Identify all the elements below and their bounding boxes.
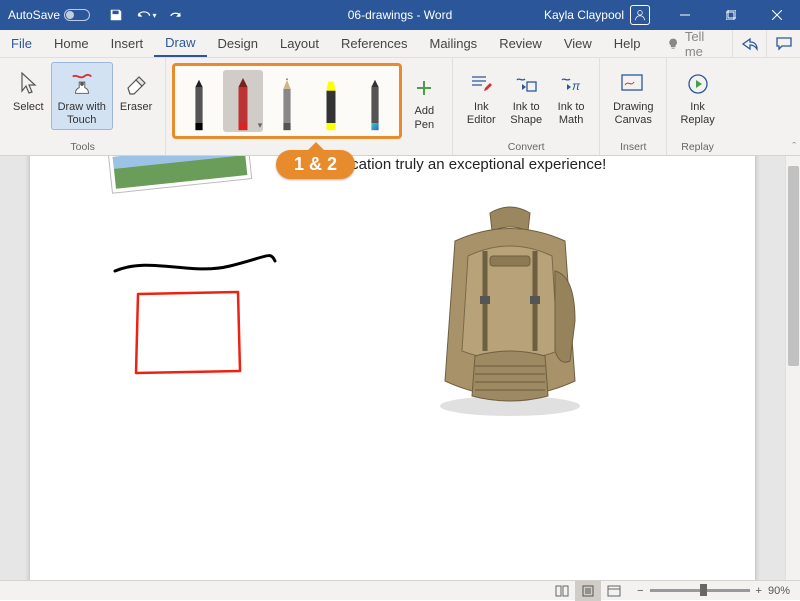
touch-draw-icon bbox=[69, 67, 95, 101]
ink-stroke-black bbox=[110, 246, 280, 286]
view-read-mode[interactable] bbox=[549, 581, 575, 601]
chevron-down-icon[interactable]: ▾ bbox=[258, 120, 263, 131]
tab-review[interactable]: Review bbox=[488, 30, 553, 57]
tab-view[interactable]: View bbox=[553, 30, 603, 57]
zoom-slider[interactable] bbox=[650, 589, 750, 592]
group-convert-label: Convert bbox=[508, 139, 545, 153]
undo-button[interactable]: ▾ bbox=[132, 1, 160, 29]
pen-gallery: ▾ bbox=[172, 63, 402, 139]
share-button[interactable] bbox=[732, 30, 766, 57]
zoom-in-button[interactable]: + bbox=[756, 585, 762, 597]
eraser-button[interactable]: Eraser bbox=[113, 62, 159, 117]
restore-button[interactable] bbox=[708, 0, 754, 30]
canvas-icon bbox=[620, 67, 646, 101]
tell-me-search[interactable]: Tell me bbox=[656, 30, 732, 57]
vertical-scrollbar[interactable] bbox=[785, 156, 800, 580]
zoom-slider-knob[interactable] bbox=[700, 584, 707, 596]
ink-to-math-button[interactable]: π Ink to Math bbox=[549, 62, 593, 130]
collapse-ribbon-button[interactable]: ˆ bbox=[792, 141, 796, 153]
ribbon-draw: Select Draw with Touch Eraser Tools ▾ bbox=[0, 58, 800, 156]
ink-to-shape-button[interactable]: Ink to Shape bbox=[503, 62, 549, 130]
zoom-level[interactable]: 90% bbox=[768, 585, 790, 597]
ribbon-tabs: File Home Insert Draw Design Layout Refe… bbox=[0, 30, 800, 58]
highlighter-yellow[interactable] bbox=[311, 70, 351, 132]
group-convert: Ink Editor Ink to Shape π Ink to Math Co… bbox=[453, 58, 600, 155]
eraser-label: Eraser bbox=[120, 101, 152, 114]
close-button[interactable] bbox=[754, 0, 800, 30]
inserted-photo bbox=[105, 156, 255, 196]
tell-me-label: Tell me bbox=[685, 29, 721, 59]
tab-file[interactable]: File bbox=[0, 30, 43, 57]
tab-home[interactable]: Home bbox=[43, 30, 100, 57]
ink-to-shape-icon bbox=[514, 67, 538, 101]
group-insert-label: Insert bbox=[620, 139, 646, 153]
document-page: r next vacation truly an exceptional exp… bbox=[30, 156, 755, 580]
svg-text:π: π bbox=[572, 79, 581, 93]
toggle-off-icon bbox=[64, 9, 90, 21]
add-pen-button[interactable]: Add Pen bbox=[402, 66, 446, 134]
scrollbar-thumb[interactable] bbox=[788, 166, 799, 366]
title-bar: AutoSave ▾ 06-drawings - Word Kayla Clay… bbox=[0, 0, 800, 30]
lightbulb-icon bbox=[667, 37, 679, 51]
tab-draw[interactable]: Draw bbox=[154, 30, 206, 57]
tab-references[interactable]: References bbox=[330, 30, 418, 57]
tab-help[interactable]: Help bbox=[603, 30, 652, 57]
document-title: 06-drawings - Word bbox=[348, 8, 452, 22]
redo-button[interactable] bbox=[162, 1, 190, 29]
ink-editor-icon bbox=[469, 67, 493, 101]
cursor-icon bbox=[18, 67, 38, 101]
zoom-out-button[interactable]: − bbox=[637, 585, 643, 597]
minimize-button[interactable] bbox=[662, 0, 708, 30]
group-pens: ▾ Add Pen bbox=[166, 58, 453, 155]
group-tools-label: Tools bbox=[70, 139, 95, 153]
tab-layout[interactable]: Layout bbox=[269, 30, 330, 57]
backpack-image bbox=[420, 201, 600, 421]
ink-to-math-icon: π bbox=[559, 67, 583, 101]
pen-red[interactable]: ▾ bbox=[223, 70, 263, 132]
pencil-gray[interactable] bbox=[267, 70, 307, 132]
draw-touch-label: Draw with Touch bbox=[58, 101, 106, 127]
save-button[interactable] bbox=[102, 1, 130, 29]
add-pen-label: Add Pen bbox=[414, 105, 434, 131]
ink-rectangle-red bbox=[130, 286, 250, 386]
status-bar: − + 90% bbox=[0, 580, 800, 600]
ink-replay-button[interactable]: Ink Replay bbox=[673, 62, 721, 130]
tab-design[interactable]: Design bbox=[207, 30, 269, 57]
ink-editor-label: Ink Editor bbox=[467, 101, 496, 127]
group-tools: Select Draw with Touch Eraser Tools bbox=[0, 58, 166, 155]
plus-icon bbox=[415, 71, 433, 105]
draw-with-touch-button[interactable]: Draw with Touch bbox=[51, 62, 113, 130]
ink-to-shape-label: Ink to Shape bbox=[510, 101, 542, 127]
tab-insert[interactable]: Insert bbox=[100, 30, 155, 57]
ink-editor-button[interactable]: Ink Editor bbox=[459, 62, 503, 130]
document-area[interactable]: r next vacation truly an exceptional exp… bbox=[0, 156, 785, 580]
tab-mailings[interactable]: Mailings bbox=[419, 30, 489, 57]
user-avatar-icon bbox=[630, 5, 650, 25]
group-replay-label: Replay bbox=[681, 139, 714, 153]
ink-replay-label: Ink Replay bbox=[680, 101, 714, 127]
pen-black[interactable] bbox=[179, 70, 219, 132]
view-print-layout[interactable] bbox=[575, 581, 601, 601]
autosave-toggle[interactable]: AutoSave bbox=[0, 8, 98, 22]
group-replay: Ink Replay Replay bbox=[667, 58, 727, 155]
comments-button[interactable] bbox=[766, 30, 800, 57]
tutorial-callout: 1 & 2 bbox=[276, 150, 355, 179]
view-web-layout[interactable] bbox=[601, 581, 627, 601]
select-label: Select bbox=[13, 101, 44, 114]
autosave-label: AutoSave bbox=[8, 8, 60, 22]
ink-to-math-label: Ink to Math bbox=[558, 101, 585, 127]
pen-galaxy[interactable] bbox=[355, 70, 395, 132]
user-name: Kayla Claypool bbox=[544, 8, 624, 22]
user-account[interactable]: Kayla Claypool bbox=[532, 5, 662, 25]
group-insert: Drawing Canvas Insert bbox=[600, 58, 667, 155]
select-button[interactable]: Select bbox=[6, 62, 51, 117]
drawing-canvas-button[interactable]: Drawing Canvas bbox=[606, 62, 660, 130]
eraser-icon bbox=[124, 67, 148, 101]
drawing-canvas-label: Drawing Canvas bbox=[613, 101, 653, 127]
replay-icon bbox=[686, 67, 710, 101]
